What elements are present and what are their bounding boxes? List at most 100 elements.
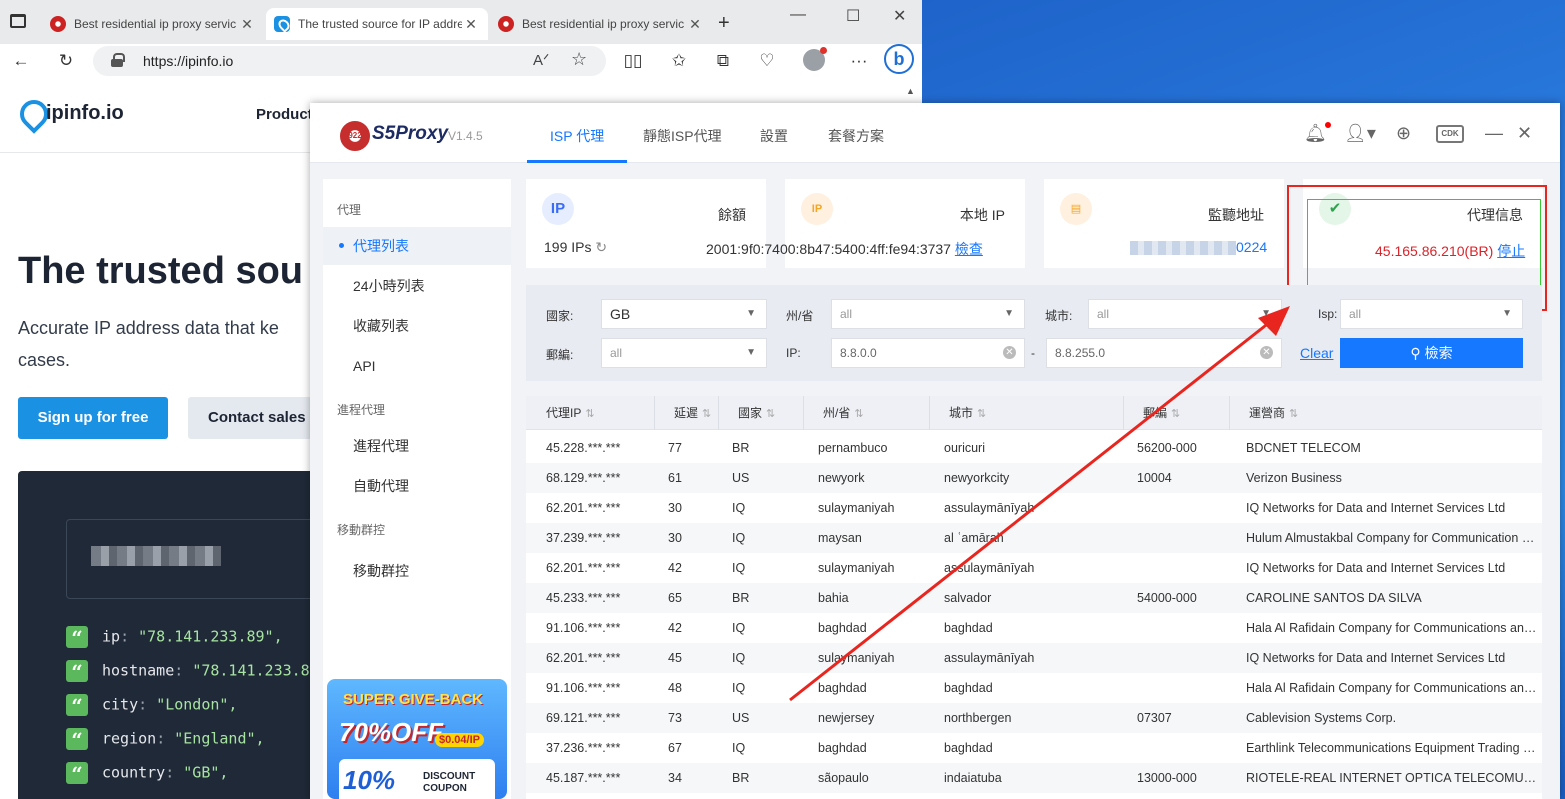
chevron-down-icon: ▼ [1502, 308, 1512, 319]
nav-product[interactable]: Product [256, 106, 313, 123]
ip-to-input[interactable]: 8.8.255.0 ✕ [1046, 338, 1282, 368]
close-icon[interactable]: ✕ [1517, 123, 1532, 144]
clear-input-icon[interactable]: ✕ [1260, 346, 1273, 359]
close-window-icon[interactable]: ✕ [893, 6, 906, 26]
table-cell: BR [732, 591, 750, 605]
table-cell: baghdad [944, 741, 993, 755]
tab-static-isp[interactable]: 靜態ISP代理 [643, 126, 722, 146]
table-row[interactable]: 45.233.***.*** 65 BR bahia salvador 54000-000… [526, 583, 1542, 613]
tab-s5proxy-2[interactable]: Best residential ip proxy servic ✕ [490, 8, 712, 40]
new-tab-button[interactable]: + [718, 12, 730, 35]
ipinfo-logo-icon[interactable] [18, 100, 42, 130]
table-row[interactable]: 45.187.***.*** 34 BR sãopaulo indaiatuba 1300… [526, 763, 1542, 793]
sidebar-item-process-proxy[interactable]: 進程代理 [323, 427, 511, 465]
favorites-icon[interactable]: ✩ [668, 51, 690, 71]
sidebar-item-favorites[interactable]: 收藏列表 [323, 307, 511, 345]
minimize-icon[interactable]: — [1485, 123, 1503, 144]
sidebar-item-auto-proxy[interactable]: 自動代理 [323, 467, 511, 505]
promo-banner[interactable]: SUPER GIVE-BACK 70%OFF $0.04/IP 10% DISC… [327, 679, 507, 799]
refresh-icon[interactable]: ↻ [595, 239, 607, 255]
table-cell: 42 [668, 621, 682, 635]
table-cell [1137, 493, 1237, 523]
table-cell: 67 [668, 741, 682, 755]
favorite-star-icon[interactable]: ☆ [571, 49, 587, 70]
column-header[interactable]: 延遲 [662, 396, 711, 430]
bing-copilot-icon[interactable]: b [884, 44, 914, 74]
table-cell: baghdad [818, 621, 867, 635]
column-header[interactable]: 代理IP [534, 396, 595, 430]
table-row[interactable]: 37.236.***.*** 67 IQ baghdad baghdad Earthlin… [526, 733, 1542, 763]
tab-isp-proxy[interactable]: ISP 代理 [550, 126, 604, 146]
table-row[interactable]: 45.228.***.*** 77 BR pernambuco ouricuri 5620… [526, 433, 1542, 463]
table-cell: Hala Al Rafidain Company for Communicati… [1246, 681, 1542, 695]
maximize-icon[interactable]: ☐ [846, 6, 860, 26]
tab-plans[interactable]: 套餐方案 [828, 126, 884, 146]
promo-price: $0.04/IP [435, 733, 484, 747]
table-row[interactable]: 62.201.***.*** 30 IQ sulaymaniyah assulaymān… [526, 493, 1542, 523]
close-tab-icon[interactable]: ✕ [462, 16, 480, 33]
clear-button[interactable]: Clear [1300, 345, 1333, 361]
quote-icon: “ [66, 762, 88, 786]
table-row[interactable]: 91.106.***.*** 48 IQ baghdad baghdad Hala Al … [526, 673, 1542, 703]
site-logo[interactable]: ipinfo.io [46, 102, 124, 125]
json-key: hostname [102, 661, 175, 680]
table-row[interactable]: 69.121.***.*** 73 US newjersey northbergen 07… [526, 703, 1542, 733]
table-row[interactable]: 37.239.***.*** 30 IQ maysan al ʿamārah Hulum … [526, 523, 1542, 553]
column-header[interactable]: 城市 [937, 396, 986, 430]
column-header[interactable]: 運營商 [1237, 396, 1298, 430]
split-screen-icon[interactable]: ▯▯ [622, 51, 644, 71]
table-row[interactable]: 62.201.***.*** 45 IQ sulaymaniyah assulaymān… [526, 643, 1542, 673]
refresh-icon[interactable]: ↻ [55, 51, 77, 71]
profile-avatar[interactable] [803, 47, 827, 71]
back-icon[interactable]: ← [10, 51, 32, 71]
chevron-down-icon: ▼ [746, 347, 756, 358]
upgrade-icon[interactable]: ⊕ [1396, 123, 1411, 144]
search-button[interactable]: ⚲ 檢索 [1340, 338, 1523, 368]
sidebar-item-24h-list[interactable]: 24小時列表 [323, 267, 511, 305]
json-value: "GB", [183, 763, 229, 782]
isp-select[interactable]: all ▼ [1340, 299, 1523, 329]
tab-s5proxy-1[interactable]: Best residential ip proxy servic ✕ [42, 8, 264, 40]
column-header[interactable]: 州/省 [811, 396, 864, 430]
app-name: S5Proxy [372, 123, 449, 144]
city-select[interactable]: all ▼ [1088, 299, 1282, 329]
close-tab-icon[interactable]: ✕ [238, 16, 256, 33]
table-row[interactable]: 91.106.***.*** 42 IQ baghdad baghdad Hala Al … [526, 613, 1542, 643]
sidebar-item-api[interactable]: API [323, 347, 511, 385]
zip-select[interactable]: all ▼ [601, 338, 767, 368]
scroll-up-icon[interactable]: ▲ [906, 86, 915, 96]
column-header[interactable]: 郵編 [1131, 396, 1180, 430]
ip-lookup-input[interactable] [66, 519, 326, 599]
clear-input-icon[interactable]: ✕ [1003, 346, 1016, 359]
table-row[interactable]: 62.201.***.*** 42 IQ sulaymaniyah assulaymān… [526, 553, 1542, 583]
table-cell: RIOTELE-REAL INTERNET OPTICA TELECOMUNIC… [1246, 771, 1542, 785]
bell-icon[interactable]: 🔔︎ [1304, 123, 1327, 144]
column-divider [654, 396, 655, 430]
table-row[interactable]: 68.129.***.*** 61 US newyork newyorkcity 1000… [526, 463, 1542, 493]
user-icon[interactable]: 👤︎▾ [1344, 123, 1376, 144]
read-aloud-icon[interactable]: Aᐟ [533, 51, 549, 69]
listen-title: 監聽地址 [1208, 207, 1264, 223]
tab-settings[interactable]: 設置 [760, 126, 788, 146]
address-bar[interactable]: https://ipinfo.io Aᐟ ☆ [93, 46, 606, 76]
table-cell: 30 [668, 501, 682, 515]
sidebar-item-proxy-list[interactable]: 代理列表 [323, 227, 511, 265]
country-select[interactable]: GB ▼ [601, 299, 767, 329]
ip-from-input[interactable]: 8.8.0.0 ✕ [831, 338, 1025, 368]
cdk-icon[interactable]: CDK [1436, 125, 1464, 143]
chevron-down-icon: ▼ [1004, 308, 1014, 319]
minimize-icon[interactable]: — [790, 6, 806, 24]
sidebar-item-mobile-control[interactable]: 移動群控 [323, 552, 511, 590]
state-select[interactable]: all ▼ [831, 299, 1025, 329]
signup-button[interactable]: Sign up for free [18, 397, 168, 439]
tab-actions-icon[interactable] [10, 14, 26, 28]
tab-ipinfo[interactable]: The trusted source for IP addre ✕ [266, 8, 488, 40]
server-icon: ▤ [1060, 193, 1092, 225]
more-menu-icon[interactable]: ··· [848, 51, 870, 71]
contact-sales-button[interactable]: Contact sales [188, 397, 328, 439]
collections-icon[interactable]: ⧉ [712, 51, 734, 71]
browser-essentials-icon[interactable]: ♡ [756, 51, 778, 71]
column-header[interactable]: 國家 [726, 396, 775, 430]
check-link[interactable]: 檢查 [955, 241, 983, 257]
close-tab-icon[interactable]: ✕ [686, 16, 704, 33]
